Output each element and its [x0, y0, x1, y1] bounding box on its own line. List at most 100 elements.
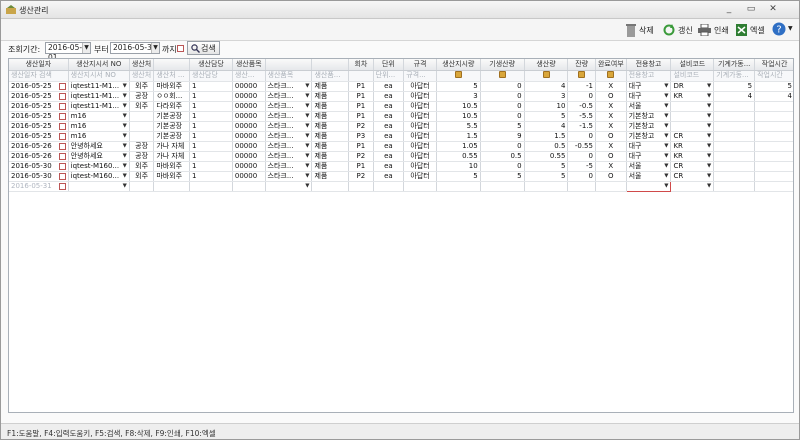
cell-qty[interactable]: 0.55 [524, 151, 569, 162]
cell-qty[interactable]: 10 [524, 101, 569, 112]
cell-order[interactable]: ▼ m16 [68, 131, 130, 142]
cell-rem[interactable]: -5 [567, 161, 596, 172]
cell-unit[interactable]: ea [373, 111, 405, 122]
new-cell-qty[interactable] [524, 180, 569, 192]
cell-pre[interactable]: 0 [480, 141, 525, 152]
cell-place[interactable]: 다라외주 [153, 101, 191, 112]
column-header[interactable] [153, 59, 191, 71]
cell-work[interactable] [754, 111, 793, 122]
filter-cell[interactable]: 생산담당 [189, 70, 233, 82]
cell-done[interactable]: X [595, 141, 627, 152]
chevron-down-icon[interactable]: ▼ [664, 112, 668, 121]
calendar-icon[interactable] [58, 182, 66, 190]
cell-work[interactable]: 5 [754, 81, 793, 92]
chevron-down-icon[interactable]: ▼ [305, 132, 309, 141]
cell-eq[interactable]: ▼ KR [670, 151, 715, 162]
cell-qty[interactable]: 4 [524, 121, 569, 132]
cell-type[interactable]: 외주 [129, 101, 155, 112]
cell-spec[interactable]: 아답터 [403, 91, 437, 102]
cell-unit[interactable]: ea [373, 141, 405, 152]
new-cell-spec[interactable] [403, 180, 437, 192]
cell-kind[interactable]: 제품 [311, 161, 350, 172]
chevron-down-icon[interactable]: ▼ [123, 152, 127, 161]
cell-mgr[interactable]: 1 [189, 171, 233, 182]
cell-spec[interactable]: 아답터 [403, 121, 437, 132]
cell-plan[interactable]: 5.5 [436, 121, 481, 132]
cell-rem[interactable]: -5.5 [567, 111, 596, 122]
filter-cell[interactable]: 전용창고 [626, 70, 672, 82]
column-header[interactable] [311, 59, 350, 71]
cell-pre[interactable]: 5 [480, 171, 525, 182]
cell-pre[interactable]: 0 [480, 101, 525, 112]
calendar-icon[interactable] [58, 102, 66, 110]
chevron-down-icon[interactable]: ▼ [707, 162, 711, 171]
calendar-icon[interactable] [58, 82, 66, 90]
filter-cell[interactable] [436, 70, 481, 82]
cell-eq[interactable]: ▼ DR [670, 81, 715, 92]
excel-button[interactable]: 엑셀 [736, 22, 765, 38]
cell-work[interactable]: 4 [754, 91, 793, 102]
chevron-down-icon[interactable]: ▼ [305, 112, 309, 121]
calendar-icon[interactable] [58, 92, 66, 100]
column-header[interactable]: 생산지시서 NO [68, 59, 130, 71]
cell-type[interactable]: 공장 [129, 151, 155, 162]
cell-type[interactable] [129, 121, 155, 132]
cell-date[interactable]: 2016-05-30 [9, 161, 69, 172]
cell-kind[interactable]: 제품 [311, 121, 350, 132]
column-header[interactable]: 생산량 [524, 59, 569, 71]
cell-work[interactable] [754, 121, 793, 132]
cell-spec[interactable]: 아답터 [403, 161, 437, 172]
cell-item[interactable]: ▼ 스타크... [265, 151, 313, 162]
cell-code[interactable]: 00000 [232, 171, 266, 182]
refresh-button[interactable]: 갱신 [663, 22, 693, 38]
filter-cell[interactable]: 생산품... [311, 70, 350, 82]
filter-cell[interactable]: 생산처 [129, 70, 155, 82]
new-cell-place[interactable] [153, 180, 191, 192]
chevron-down-icon[interactable]: ▼ [664, 122, 668, 131]
cell-type[interactable] [129, 131, 155, 142]
chevron-down-icon[interactable]: ▼ [707, 122, 711, 131]
chevron-down-icon[interactable]: ▼ [123, 102, 127, 111]
column-header[interactable]: 단위 [373, 59, 405, 71]
cell-place[interactable]: 마바외주 [153, 171, 191, 182]
cell-code[interactable]: 00000 [232, 151, 266, 162]
chevron-down-icon[interactable]: ▼ [664, 182, 668, 190]
new-cell-rem[interactable] [567, 180, 596, 192]
filter-cell[interactable]: 생산지시서 NO [68, 70, 130, 82]
cell-mgr[interactable]: 1 [189, 91, 233, 102]
cell-eq[interactable]: ▼ [670, 101, 715, 112]
column-header[interactable]: 완료여부 [595, 59, 627, 71]
cell-qty[interactable]: 4 [524, 81, 569, 92]
cell-pre[interactable]: 5 [480, 121, 525, 132]
cell-work[interactable] [754, 141, 793, 152]
filter-cell[interactable] [595, 70, 627, 82]
cell-item[interactable]: ▼ 스타크... [265, 81, 313, 92]
filter-cell[interactable]: 규격... [403, 70, 437, 82]
cell-mgr[interactable]: 1 [189, 131, 233, 142]
chevron-down-icon[interactable]: ▼ [123, 122, 127, 131]
column-header[interactable]: 기계가동... [713, 59, 756, 71]
cell-order[interactable]: ▼ iqtest11-M1... [68, 81, 130, 92]
cell-mgr[interactable]: 1 [189, 111, 233, 122]
filter-cell[interactable]: 생산... [232, 70, 266, 82]
cell-qty[interactable]: 3 [524, 91, 569, 102]
cell-done[interactable]: O [595, 91, 627, 102]
cell-mach[interactable] [713, 131, 756, 142]
new-cell-order[interactable]: ▼ [68, 180, 130, 192]
calendar-icon[interactable] [58, 132, 66, 140]
cell-pre[interactable]: 0 [480, 81, 525, 92]
filter-cell[interactable] [567, 70, 596, 82]
cell-done[interactable]: O [595, 151, 627, 162]
filter-row[interactable]: 생산일자 검색 생산지시서 NO 생산처 생산처 ... 생산담당 생산... 생산품목 생산… [9, 70, 793, 82]
chevron-down-icon[interactable]: ▼ [123, 162, 127, 171]
cell-code[interactable]: 00000 [232, 101, 266, 112]
cell-mach[interactable] [713, 161, 756, 172]
calendar-icon[interactable] [58, 142, 66, 150]
filter-cell[interactable]: 생산처 ... [153, 70, 191, 82]
cell-mach[interactable] [713, 101, 756, 112]
cell-done[interactable]: X [595, 161, 627, 172]
cell-qty[interactable]: 5 [524, 161, 569, 172]
new-cell-wh[interactable]: ▼ [625, 180, 672, 192]
cell-place[interactable]: 기본공장 [153, 111, 191, 122]
column-header[interactable]: 회차 [348, 59, 374, 71]
